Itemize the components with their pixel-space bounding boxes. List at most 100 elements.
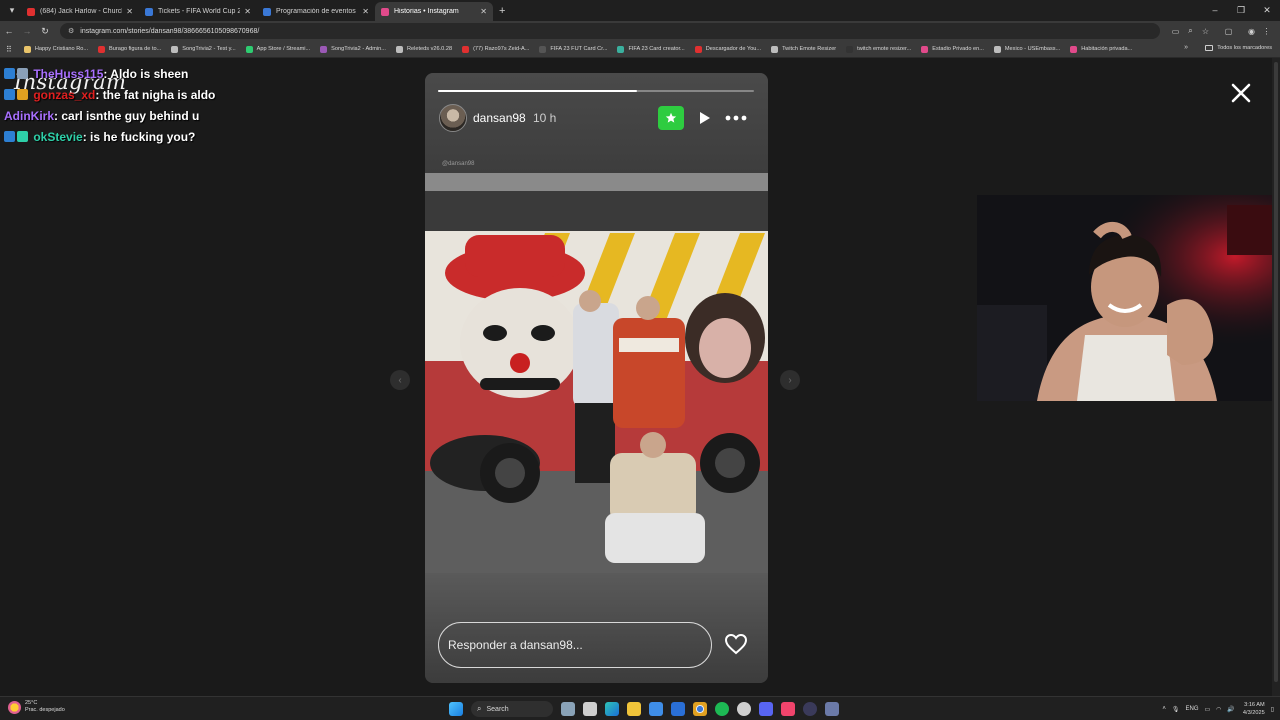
bookmark-favicon-icon — [846, 45, 854, 53]
more-dots-icon — [725, 115, 747, 121]
bookmark[interactable]: Estadio Privado en... — [921, 45, 984, 53]
bookmark[interactable]: Habitación privada... — [1070, 45, 1133, 53]
page-scrollbar[interactable] — [1272, 58, 1280, 696]
reload-icon[interactable]: ↻ — [36, 26, 54, 37]
bookmark[interactable]: FIFA 23 FUT Card Cr... — [539, 45, 607, 53]
bookmark[interactable]: Mexico - USEmbass... — [993, 45, 1061, 53]
zoom-icon[interactable]: ⌕ — [1183, 26, 1198, 36]
bookmark-favicon-icon — [771, 45, 779, 53]
bookmark[interactable]: Burago figura de to... — [98, 45, 162, 53]
windows-start-icon[interactable] — [449, 702, 463, 716]
chrome-icon[interactable] — [693, 702, 707, 716]
close-tab-icon[interactable]: ✕ — [244, 7, 251, 16]
tab-search-button[interactable]: ▾ — [3, 3, 21, 19]
weather-desc: Prac. despejado — [25, 707, 65, 713]
taskbar-apps: ⌕ Search — [445, 699, 843, 719]
tab-1[interactable]: (684) Jack Harlow - Churchill D ✕ — [21, 2, 139, 21]
cast-icon[interactable]: ▭ — [1168, 27, 1183, 36]
bookmark-label: Mexico - USEmbass... — [1004, 46, 1061, 52]
star-icon — [665, 112, 677, 123]
bookmark-label: Habitación privada... — [1081, 46, 1133, 52]
next-story-button[interactable]: › — [780, 370, 800, 390]
tray-chevron-icon[interactable]: ˄ — [1162, 706, 1166, 712]
more-options-button[interactable] — [724, 109, 748, 127]
music-app-icon[interactable] — [781, 702, 795, 716]
bookmark[interactable]: SongTrivia2 - Test y... — [171, 45, 236, 53]
wifi-icon[interactable]: ◠ — [1216, 706, 1221, 713]
webcam-video — [977, 195, 1280, 401]
tab-3[interactable]: Programación de eventos - Co ✕ — [257, 2, 375, 21]
bookmark[interactable]: Descargador de You... — [694, 45, 762, 53]
toolbar-actions: ▭ ⌕ ☆ ▢ ◉ ⋮ — [1168, 21, 1274, 41]
bookmark[interactable]: App Store / Streami... — [245, 45, 310, 53]
bookmark[interactable]: twitch emote resizer... — [846, 45, 911, 53]
chat-text: : is he fucking you? — [82, 130, 196, 144]
file-explorer-icon[interactable] — [627, 702, 641, 716]
extensions-icon[interactable]: ▢ — [1221, 27, 1236, 36]
bookmark[interactable]: (77) Razo97s Zeid-A... — [462, 45, 529, 53]
previous-story-button[interactable]: ‹ — [390, 370, 410, 390]
play-button[interactable] — [695, 109, 713, 127]
taskbar-search[interactable]: ⌕ Search — [471, 701, 553, 717]
mail-icon[interactable] — [671, 702, 685, 716]
bookmark[interactable]: SongTrivia2 - Admin... — [320, 45, 386, 53]
like-button[interactable] — [724, 633, 748, 655]
search-icon: ⌕ — [477, 704, 482, 713]
bookmark-label: Descargador de You... — [705, 46, 762, 52]
close-story-button[interactable] — [1226, 78, 1256, 108]
new-tab-icon[interactable]: + — [499, 5, 505, 17]
microphone-icon[interactable]: 🎙 — [1172, 706, 1180, 713]
bookmark[interactable]: Happy Cristiano Ro... — [23, 45, 88, 53]
obs-icon[interactable] — [803, 702, 817, 716]
close-tab-icon[interactable]: ✕ — [126, 7, 133, 16]
more-bookmarks-icon[interactable]: » — [1184, 44, 1188, 51]
store-icon[interactable] — [649, 702, 663, 716]
edge-icon[interactable] — [605, 702, 619, 716]
browser-window: ▾ (684) Jack Harlow - Churchill D ✕ Tick… — [0, 0, 1280, 720]
bookmark[interactable]: Releteds v26.0.28 — [395, 45, 452, 53]
close-window-icon[interactable]: ✕ — [1254, 0, 1280, 21]
widgets-icon[interactable] — [561, 702, 575, 716]
stream-chat-overlay: TheHuss115: Aldo is sheen gonzas_xd: the… — [0, 64, 230, 148]
weather-icon — [8, 700, 21, 714]
tab-4-active[interactable]: Historias • Instagram ✕ — [375, 2, 493, 21]
volume-icon[interactable]: 🔊 — [1227, 706, 1234, 713]
close-tab-icon[interactable]: ✕ — [480, 7, 487, 16]
apps-grid-icon[interactable]: ⠿ — [6, 45, 12, 54]
notifications-icon[interactable]: ▯ — [1271, 706, 1274, 713]
site-info-icon[interactable]: ⚙ — [68, 27, 74, 35]
address-bar[interactable]: ⚙ instagram.com/stories/dansan98/3866656… — [60, 23, 1160, 39]
instagram-story-page: Instagram TheHuss115: Aldo is sheen gonz… — [0, 58, 1280, 696]
menu-dots-icon[interactable]: ⋮ — [1259, 27, 1274, 36]
bookmark[interactable]: FIFA 23 Card creator... — [617, 45, 685, 53]
story-username[interactable]: dansan98 — [473, 111, 526, 125]
forward-icon[interactable]: → — [18, 26, 36, 36]
bookmark-label: Estadio Privado en... — [932, 46, 984, 52]
scrollbar-thumb[interactable] — [1274, 62, 1278, 682]
avatar[interactable] — [439, 104, 467, 132]
xbox-icon[interactable] — [737, 702, 751, 716]
tab-2[interactable]: Tickets - FIFA World Cup 2026™ ✕ — [139, 2, 257, 21]
task-view-icon[interactable] — [583, 702, 597, 716]
restore-icon[interactable]: ❐ — [1228, 0, 1254, 21]
bookmarks-bar: ⠿ Happy Cristiano Ro... Burago figura de… — [0, 41, 1280, 58]
bookmark[interactable]: Twitch Emote Resizer — [771, 45, 836, 53]
reply-input[interactable]: Responder a dansan98... — [438, 622, 712, 668]
monitor-icon[interactable]: ▭ — [1205, 706, 1211, 713]
profile-icon[interactable]: ◉ — [1244, 27, 1259, 36]
minimize-icon[interactable]: – — [1202, 0, 1228, 21]
discord-icon[interactable] — [759, 702, 773, 716]
back-icon[interactable]: ← — [0, 26, 18, 36]
language-indicator[interactable]: ENG — [1185, 706, 1198, 712]
taskbar-clock[interactable]: 3:16 AM 4/3/2025 — [1243, 701, 1265, 717]
close-tab-icon[interactable]: ✕ — [362, 7, 369, 16]
story-mention-tag[interactable]: @dansan98 — [442, 161, 474, 167]
bookmark-star-icon[interactable]: ☆ — [1198, 27, 1213, 36]
all-bookmarks-button[interactable]: Todos los marcadores — [1205, 45, 1272, 51]
bookmark-label: Burago figura de to... — [109, 46, 162, 52]
webcam-overlay — [977, 195, 1280, 401]
weather-widget[interactable]: 25°C Prac. despejado — [8, 700, 65, 714]
capture-app-icon[interactable] — [825, 702, 839, 716]
spotify-icon[interactable] — [715, 702, 729, 716]
weather-temp: 25°C — [25, 700, 38, 706]
